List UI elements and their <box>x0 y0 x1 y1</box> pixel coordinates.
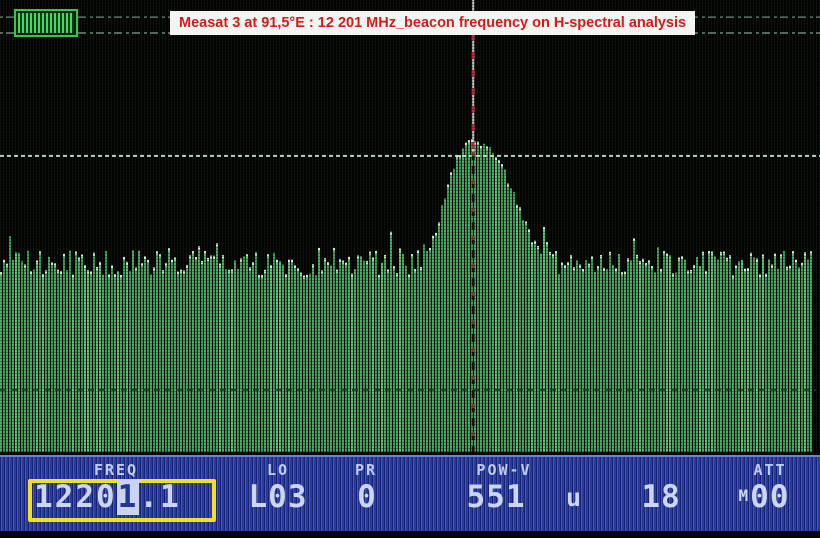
spectrum-plot <box>0 0 820 455</box>
freq-digits-before: 1220 <box>34 479 117 515</box>
att-digits: 00 <box>750 479 789 515</box>
lo-label: LO <box>242 461 314 479</box>
pr-label: PR <box>330 461 402 479</box>
level-value: 18 <box>630 479 692 515</box>
title-banner: Measat 3 at 91,5°E : 12 201 MHz_beacon f… <box>170 11 695 35</box>
lo-value: L03 <box>232 479 324 515</box>
freq-cursor-digit: 1 <box>117 479 140 515</box>
pow-v-unit: u <box>558 483 590 512</box>
battery-indicator-icon <box>14 9 78 37</box>
page-title: Measat 3 at 91,5°E : 12 201 MHz_beacon f… <box>179 15 686 31</box>
pr-value: 0 <box>346 479 388 515</box>
freq-label: FREQ <box>60 461 172 479</box>
att-prefix: M <box>739 486 749 505</box>
status-bar: FREQ 12201.1 LO L03 PR 0 POW-V 551 u 18 … <box>0 455 820 531</box>
freq-value[interactable]: 12201.1 <box>34 479 220 515</box>
pow-v-value: 551 <box>450 479 542 515</box>
att-value: M00 <box>722 479 806 515</box>
att-label: ATT <box>734 461 806 479</box>
freq-digits-after: .1 <box>139 479 180 515</box>
pow-v-label: POW-V <box>443 461 565 479</box>
battery-fill <box>18 13 74 33</box>
spectrum-analyzer-screen: Measat 3 at 91,5°E : 12 201 MHz_beacon f… <box>0 0 820 538</box>
